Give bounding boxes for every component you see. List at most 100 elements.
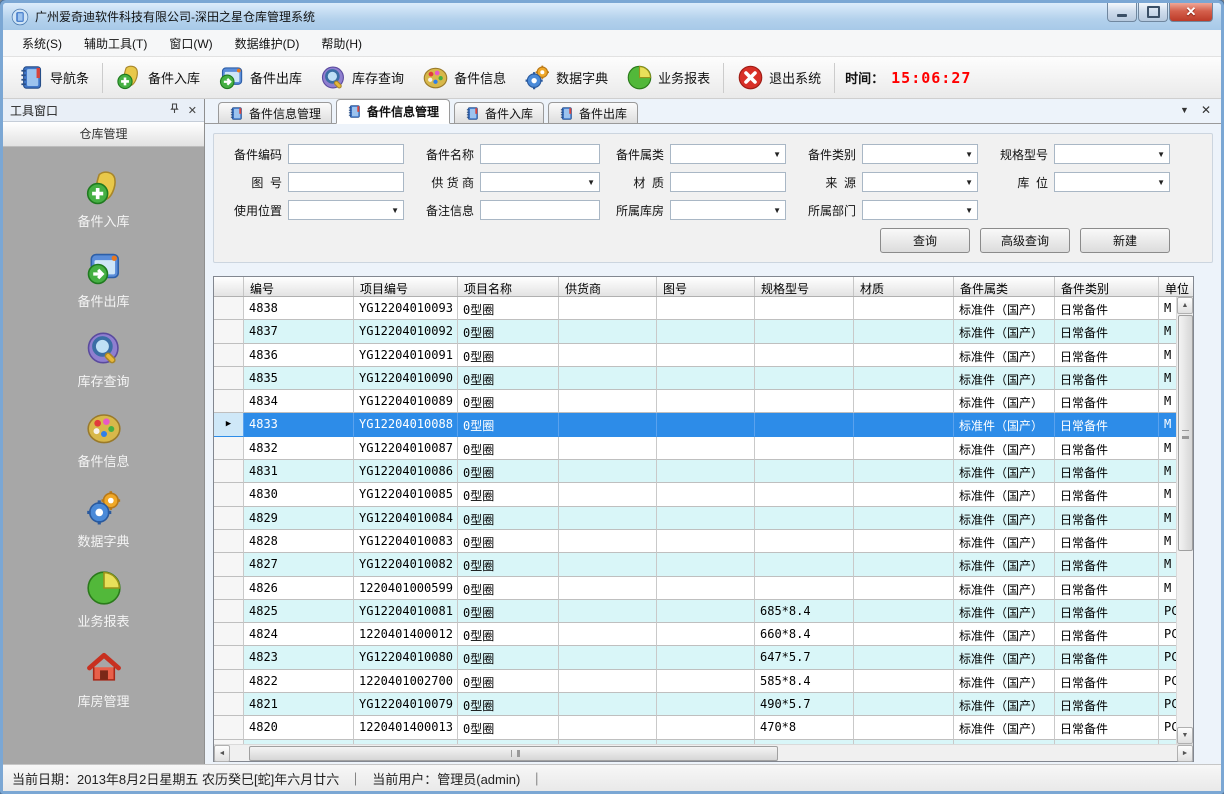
table-cell[interactable] [854,530,954,553]
toolbar-button-7[interactable]: 退出系统 [728,61,830,94]
table-cell[interactable] [854,367,954,390]
row-selector-cell[interactable] [214,716,244,739]
table-cell[interactable] [854,483,954,506]
table-cell[interactable]: 日常备件 [1055,623,1159,646]
table-cell[interactable] [755,367,854,390]
column-header-3[interactable]: 供货商 [559,277,657,296]
table-cell[interactable]: 4828 [244,530,354,553]
sidebar-group-header[interactable]: 仓库管理 [3,122,204,147]
toolbar-button-1[interactable]: 备件入库 [107,61,209,94]
table-cell[interactable] [755,577,854,600]
table-cell[interactable]: YG12204010088 [354,413,458,436]
table-cell[interactable]: 1220401002700 [354,670,458,693]
table-cell[interactable] [755,413,854,436]
table-cell[interactable]: 1220401000599 [354,577,458,600]
table-cell[interactable] [755,437,854,460]
sidebar-item-2[interactable]: 库存查询 [3,329,204,390]
row-selector-cell[interactable] [214,507,244,530]
table-cell[interactable] [559,670,657,693]
table-row[interactable]: 4831YG122040100860型圈标准件（国产）日常备件M [214,460,1176,483]
column-header-5[interactable]: 规格型号 [755,277,854,296]
table-cell[interactable]: 0型圈 [458,670,559,693]
close-button[interactable]: ✕ [1169,3,1213,22]
table-cell[interactable] [657,553,755,576]
table-row[interactable]: 4834YG122040100890型圈标准件（国产）日常备件M [214,390,1176,413]
table-cell[interactable]: 标准件（国产） [954,460,1055,483]
row-selector-cell[interactable]: ▶ [214,413,244,436]
table-cell[interactable]: 标准件（国产） [954,483,1055,506]
table-cell[interactable] [657,646,755,669]
table-cell[interactable] [559,483,657,506]
table-cell[interactable]: YG12204010086 [354,460,458,483]
table-cell[interactable] [559,413,657,436]
table-cell[interactable]: 0型圈 [458,507,559,530]
toolbar-button-4[interactable]: 备件信息 [413,61,515,94]
menu-item-3[interactable]: 数据维护(D) [224,31,311,56]
sidebar-item-1[interactable]: 备件出库 [3,249,204,310]
table-cell[interactable] [854,670,954,693]
sidebar-item-4[interactable]: 数据字典 [3,489,204,550]
table-cell[interactable] [657,320,755,343]
table-cell[interactable]: 1220401400013 [354,716,458,739]
table-cell[interactable] [854,507,954,530]
table-cell[interactable]: 685*8.4 [755,600,854,623]
table-cell[interactable]: 标准件（国产） [954,553,1055,576]
table-cell[interactable]: 0型圈 [458,646,559,669]
table-cell[interactable]: 标准件（国产） [954,577,1055,600]
row-selector-cell[interactable] [214,623,244,646]
table-cell[interactable]: 标准件（国产） [954,344,1055,367]
sidebar-item-3[interactable]: 备件信息 [3,409,204,470]
table-cell[interactable] [559,600,657,623]
row-selector-cell[interactable] [214,553,244,576]
table-cell[interactable]: YG12204010089 [354,390,458,413]
row-selector-cell[interactable] [214,483,244,506]
table-row[interactable]: 4836YG122040100910型圈标准件（国产）日常备件M [214,344,1176,367]
table-cell[interactable]: 4829 [244,507,354,530]
table-row[interactable]: 4821YG122040100790型圈490*5.7标准件（国产）日常备件PC [214,693,1176,716]
row-selector-cell[interactable] [214,344,244,367]
table-cell[interactable]: 日常备件 [1055,460,1159,483]
table-cell[interactable] [559,320,657,343]
table-cell[interactable] [559,577,657,600]
table-cell[interactable]: 4838 [244,297,354,320]
table-row[interactable]: 4830YG122040100850型圈标准件（国产）日常备件M [214,483,1176,506]
table-row[interactable]: 4828YG122040100830型圈标准件（国产）日常备件M [214,530,1176,553]
row-selector-cell[interactable] [214,670,244,693]
table-row[interactable]: 4838YG122040100930型圈标准件（国产）日常备件M [214,297,1176,320]
table-cell[interactable] [559,623,657,646]
table-cell[interactable]: 4835 [244,367,354,390]
maximize-button[interactable] [1138,3,1168,22]
table-cell[interactable]: YG12204010091 [354,344,458,367]
table-cell[interactable]: 日常备件 [1055,693,1159,716]
table-cell[interactable]: 日常备件 [1055,553,1159,576]
table-cell[interactable]: 4836 [244,344,354,367]
table-cell[interactable]: 4820 [244,716,354,739]
table-cell[interactable] [657,344,755,367]
sidebar-item-6[interactable]: 库房管理 [3,649,204,710]
table-cell[interactable] [559,460,657,483]
table-cell[interactable] [559,297,657,320]
table-cell[interactable]: 0型圈 [458,297,559,320]
table-row[interactable]: 4825YG122040100810型圈685*8.4标准件（国产）日常备件PC [214,600,1176,623]
table-cell[interactable] [755,344,854,367]
form-select[interactable]: ▼ [480,172,600,192]
column-header-7[interactable]: 备件属类 [954,277,1055,296]
toolbar-button-3[interactable]: 库存查询 [311,61,413,94]
tab-2[interactable]: 备件入库 [454,102,544,123]
table-cell[interactable] [657,716,755,739]
table-cell[interactable] [657,693,755,716]
table-cell[interactable] [559,390,657,413]
table-cell[interactable] [854,623,954,646]
form-select[interactable]: ▼ [670,200,786,220]
table-cell[interactable] [854,344,954,367]
form-text-input[interactable] [288,172,404,192]
menu-item-4[interactable]: 帮助(H) [310,31,373,56]
table-cell[interactable]: YG12204010084 [354,507,458,530]
table-cell[interactable] [854,716,954,739]
table-cell[interactable] [755,530,854,553]
table-cell[interactable]: 标准件（国产） [954,507,1055,530]
scroll-right-icon[interactable]: ► [1177,745,1193,762]
table-cell[interactable] [559,437,657,460]
table-cell[interactable] [854,297,954,320]
table-cell[interactable] [854,320,954,343]
